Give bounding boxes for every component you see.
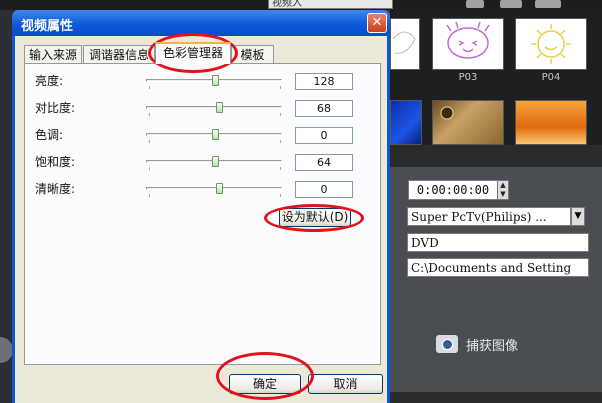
close-icon[interactable]: ✕ bbox=[367, 13, 387, 33]
hue-slider-thumb[interactable] bbox=[212, 129, 219, 140]
tab-color-manager[interactable]: 色彩管理器 bbox=[155, 42, 231, 64]
capture-label: 捕获图像 bbox=[466, 338, 519, 354]
slider-ticks bbox=[149, 86, 281, 89]
dialog-title: 视频属性 bbox=[21, 19, 74, 34]
contrast-slider-track[interactable] bbox=[146, 106, 282, 109]
thumbnail-blue[interactable] bbox=[390, 100, 422, 145]
saturation-slider-thumb[interactable] bbox=[212, 156, 219, 167]
camera-icon bbox=[436, 335, 458, 353]
face-sketch-icon bbox=[446, 21, 490, 59]
tab-tuner-info[interactable]: 调谐器信息 bbox=[83, 45, 155, 63]
cancel-button[interactable]: 取消 bbox=[308, 374, 383, 394]
sketch-icon bbox=[392, 31, 416, 54]
contrast-label: 对比度: bbox=[35, 101, 76, 115]
thumbnail-p03[interactable] bbox=[432, 18, 504, 70]
slider-ticks bbox=[149, 167, 281, 170]
capture-image-button[interactable]: 捕获图像 bbox=[436, 332, 518, 356]
thumbnail-sunset[interactable] bbox=[515, 100, 587, 145]
spin-down-icon[interactable]: ▼ bbox=[498, 190, 508, 199]
path-field[interactable]: C:\Documents and Setting bbox=[407, 258, 589, 277]
hue-value[interactable]: 0 bbox=[295, 127, 353, 144]
compass-icon bbox=[440, 106, 454, 120]
sharpness-value[interactable]: 0 bbox=[295, 181, 353, 198]
slider-ticks bbox=[149, 140, 281, 143]
slider-ticks bbox=[149, 113, 281, 116]
saturation-label: 饱和度: bbox=[35, 155, 76, 169]
background-bottom-strip bbox=[390, 392, 602, 403]
spin-up-icon[interactable]: ▲ bbox=[498, 181, 508, 190]
brightness-value[interactable]: 128 bbox=[295, 73, 353, 90]
set-default-button[interactable]: 设为默认(D) bbox=[279, 208, 351, 227]
sharpness-slider-thumb[interactable] bbox=[216, 183, 223, 194]
sharpness-slider-track[interactable] bbox=[146, 187, 282, 190]
saturation-value[interactable]: 64 bbox=[295, 154, 353, 171]
video-properties-dialog: 视频属性 ✕ 输入来源 调谐器信息 色彩管理器 模板 bbox=[12, 10, 390, 403]
thumbnail-map[interactable] bbox=[432, 100, 504, 145]
dialog-titlebar[interactable]: 视频属性 ✕ bbox=[12, 10, 390, 36]
chevron-down-icon[interactable]: ▼ bbox=[571, 207, 585, 226]
sharpness-label: 清晰度: bbox=[35, 182, 76, 196]
timecode-display[interactable]: 0:00:00:00 bbox=[408, 180, 498, 200]
format-field[interactable]: DVD bbox=[407, 233, 589, 252]
device-select[interactable]: Super PcTv(Philips) ... bbox=[407, 207, 571, 226]
download-icon[interactable] bbox=[500, 0, 522, 8]
slider-ticks bbox=[149, 194, 281, 197]
toolbar-icon[interactable] bbox=[466, 0, 484, 8]
ok-button[interactable]: 确定 bbox=[229, 374, 301, 394]
contrast-value[interactable]: 68 bbox=[295, 100, 353, 117]
brightness-slider-thumb[interactable] bbox=[212, 75, 219, 86]
thumbnail-sketch-partial[interactable] bbox=[390, 18, 420, 70]
background-top-field[interactable]: 视频入 bbox=[268, 0, 393, 9]
thumbnail-label: P04 bbox=[541, 72, 561, 83]
tab-template[interactable]: 模板 bbox=[231, 45, 274, 63]
tab-input-source[interactable]: 输入来源 bbox=[24, 45, 82, 63]
hue-label: 色调: bbox=[35, 128, 64, 142]
panel-header bbox=[390, 145, 602, 167]
brightness-label: 亮度: bbox=[35, 74, 64, 88]
sun-sketch-icon bbox=[531, 24, 571, 64]
thumbnail-p04[interactable] bbox=[515, 18, 587, 70]
thumbnail-label: P03 bbox=[458, 72, 478, 83]
toolbar-icon[interactable] bbox=[535, 0, 561, 8]
contrast-slider-thumb[interactable] bbox=[216, 102, 223, 113]
timecode-spinner[interactable]: ▲ ▼ bbox=[497, 180, 509, 200]
